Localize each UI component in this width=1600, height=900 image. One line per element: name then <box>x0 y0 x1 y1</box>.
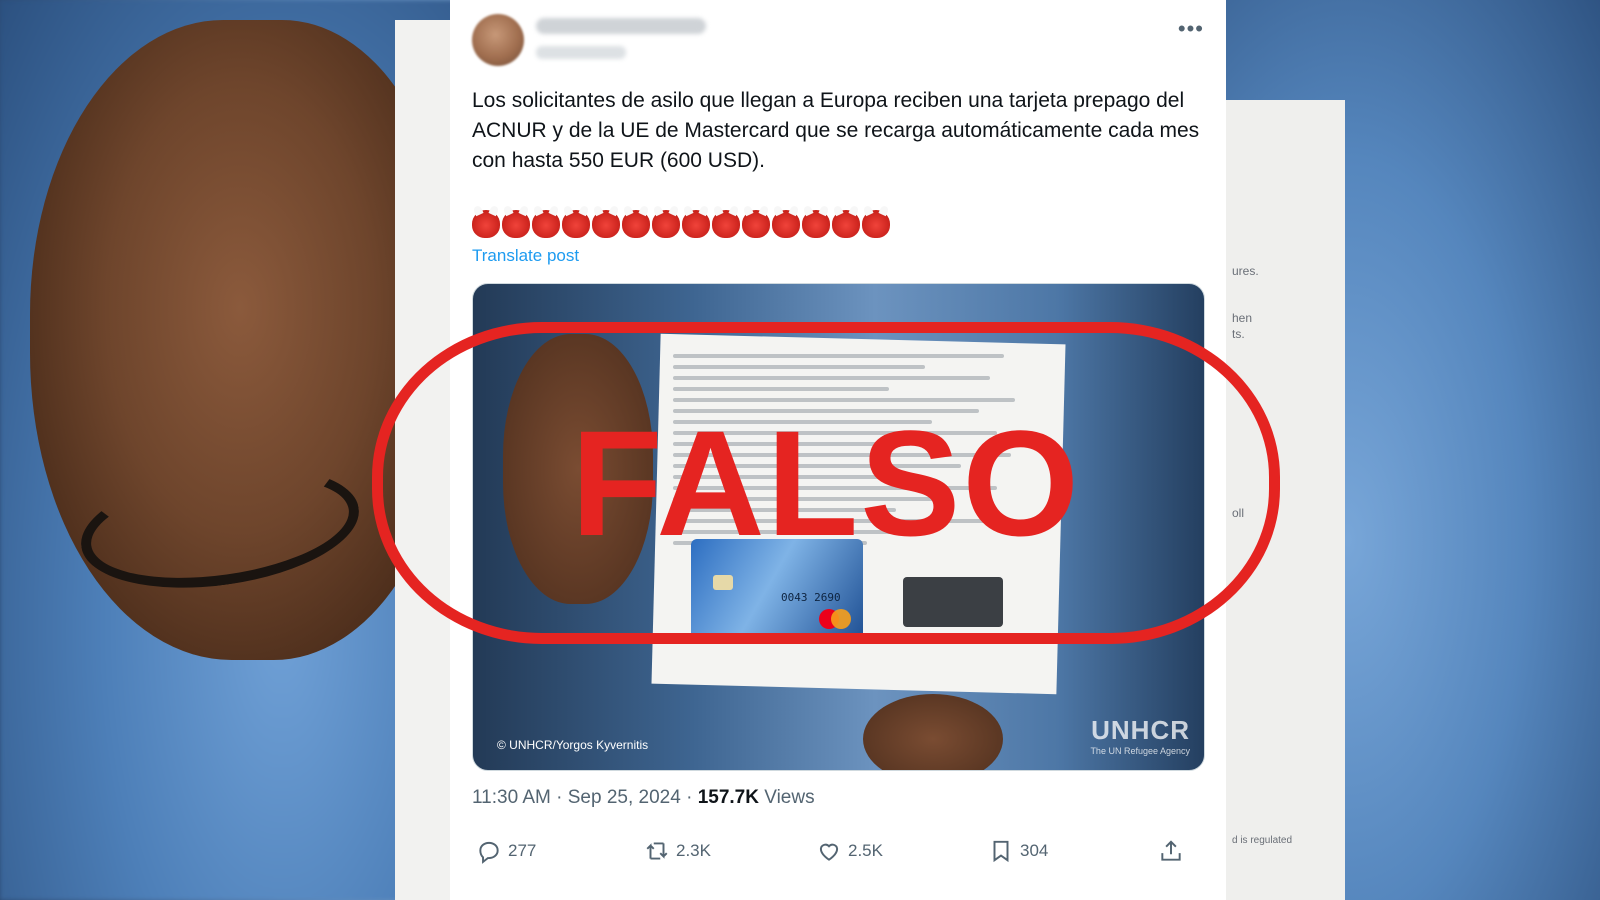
ogre-face-icon <box>652 210 680 238</box>
letter-text-line <box>673 519 990 523</box>
views-count: 157.7K <box>697 787 759 808</box>
retweet-icon <box>646 842 668 860</box>
ogre-face-icon <box>742 210 770 238</box>
ogre-face-icon <box>472 210 500 238</box>
ogre-face-icon <box>682 210 710 238</box>
user-handle-blurred[interactable] <box>536 46 626 59</box>
card-chip <box>713 575 733 590</box>
letter-text-line <box>673 497 947 501</box>
letter-text-line <box>673 508 897 512</box>
letter-text-line <box>673 486 997 490</box>
letter-text-line <box>673 442 911 446</box>
letter-text-line <box>673 409 979 413</box>
more-horizontal-icon[interactable]: ••• <box>1178 16 1204 42</box>
reply-count: 277 <box>508 841 537 860</box>
tweet-media-image[interactable]: 0043 2690 © UNHCR/Yorgos Kyvernitis UNHC… <box>472 283 1205 771</box>
photo-credit: © UNHCR/Yorgos Kyvernitis <box>497 738 649 752</box>
views-label: Views <box>758 787 815 808</box>
letter-text-line <box>673 376 990 380</box>
media-hand <box>863 694 1003 770</box>
retweet-button[interactable]: 2.3K <box>644 838 711 864</box>
bookmark-count: 304 <box>1020 841 1049 860</box>
background-text: hen <box>1232 311 1253 325</box>
background-text: ures. <box>1232 264 1259 278</box>
tweet-text: Los solicitantes de asilo que llegan a E… <box>472 89 1200 172</box>
ogre-face-icon <box>832 210 860 238</box>
emoji-row <box>472 210 890 240</box>
display-name-blurred[interactable] <box>536 18 706 34</box>
timestamp[interactable]: 11:30 AM · Sep 25, 2024 · <box>472 787 698 808</box>
like-icon <box>819 843 839 861</box>
ogre-face-icon <box>532 210 560 238</box>
media-hand <box>503 334 653 604</box>
background-text: oll <box>1232 506 1245 520</box>
like-count: 2.5K <box>848 841 883 860</box>
translate-post-link[interactable]: Translate post <box>472 246 579 266</box>
ogre-face-icon <box>862 210 890 238</box>
avatar[interactable] <box>472 14 524 66</box>
bookmark-icon <box>993 840 1009 863</box>
letter-text-line <box>673 365 925 369</box>
unhcr-logo-subtitle: The UN Refugee Agency <box>1090 746 1190 756</box>
background-text: ts. <box>1232 327 1245 341</box>
bookmark-button[interactable]: 304 <box>988 838 1048 864</box>
ogre-face-icon <box>502 210 530 238</box>
background-text: d is regulated <box>1232 835 1293 846</box>
share-button[interactable] <box>1158 838 1184 864</box>
ogre-face-icon <box>592 210 620 238</box>
tweet-card: ••• Los solicitantes de asilo que llegan… <box>450 0 1226 900</box>
letter-text-line <box>673 420 933 424</box>
letter-text-line <box>673 354 1005 358</box>
tweet-meta: 11:30 AM · Sep 25, 2024 · 157.7K Views <box>472 787 815 809</box>
share-icon <box>1161 840 1181 861</box>
letter-text-line <box>673 464 961 468</box>
reply-button[interactable]: 277 <box>476 838 536 864</box>
background-paper-right <box>1225 100 1345 900</box>
pin-sticker <box>903 577 1003 627</box>
letter-text-line <box>673 475 882 479</box>
letter-text-line <box>673 431 997 435</box>
ogre-face-icon <box>802 210 830 238</box>
letter-text-line <box>673 530 925 534</box>
background-paper-left <box>395 20 455 900</box>
letter-text-line <box>673 387 889 391</box>
action-bar: 277 2.3K 2.5K 304 <box>472 838 1203 874</box>
like-button[interactable]: 2.5K <box>816 838 883 864</box>
unhcr-logo: UNHCR The UN Refugee Agency <box>1090 715 1190 756</box>
ogre-face-icon <box>562 210 590 238</box>
letter-text-line <box>673 398 1015 402</box>
ogre-face-icon <box>772 210 800 238</box>
ogre-face-icon <box>622 210 650 238</box>
prepaid-card-image: 0043 2690 <box>691 539 863 643</box>
retweet-count: 2.3K <box>676 841 711 860</box>
letter-text-line <box>673 453 1012 457</box>
unhcr-logo-text: UNHCR <box>1091 715 1190 745</box>
card-number: 0043 2690 <box>781 591 841 604</box>
reply-icon <box>479 841 499 864</box>
media-letter-text <box>673 354 1033 552</box>
mastercard-logo <box>831 609 851 629</box>
ogre-face-icon <box>712 210 740 238</box>
